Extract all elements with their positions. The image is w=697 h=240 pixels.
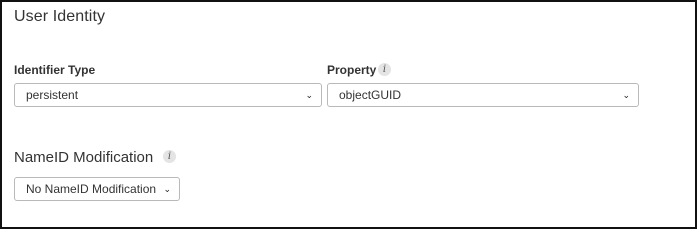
nameid-modification-value: No NameID Modification bbox=[26, 182, 157, 196]
identifier-type-select[interactable]: persistent ⌄ bbox=[14, 83, 322, 107]
identifier-type-label: Identifier Type bbox=[14, 63, 96, 77]
property-label: Property bbox=[327, 63, 377, 77]
property-value: objectGUID bbox=[339, 88, 402, 102]
section-title: User Identity bbox=[14, 8, 106, 25]
nameid-modification-select[interactable]: No NameID Modification ⌄ bbox=[14, 177, 180, 201]
user-identity-panel: User Identity Identifier Type persistent… bbox=[0, 0, 697, 229]
property-select[interactable]: objectGUID ⌄ bbox=[327, 83, 639, 107]
info-icon[interactable]: i bbox=[163, 150, 176, 163]
chevron-down-icon: ⌄ bbox=[163, 184, 171, 194]
nameid-modification-title: NameID Modification bbox=[14, 149, 154, 166]
info-icon[interactable]: i bbox=[378, 63, 391, 76]
chevron-down-icon: ⌄ bbox=[305, 90, 313, 100]
chevron-down-icon: ⌄ bbox=[622, 90, 630, 100]
identifier-type-value: persistent bbox=[26, 88, 79, 102]
